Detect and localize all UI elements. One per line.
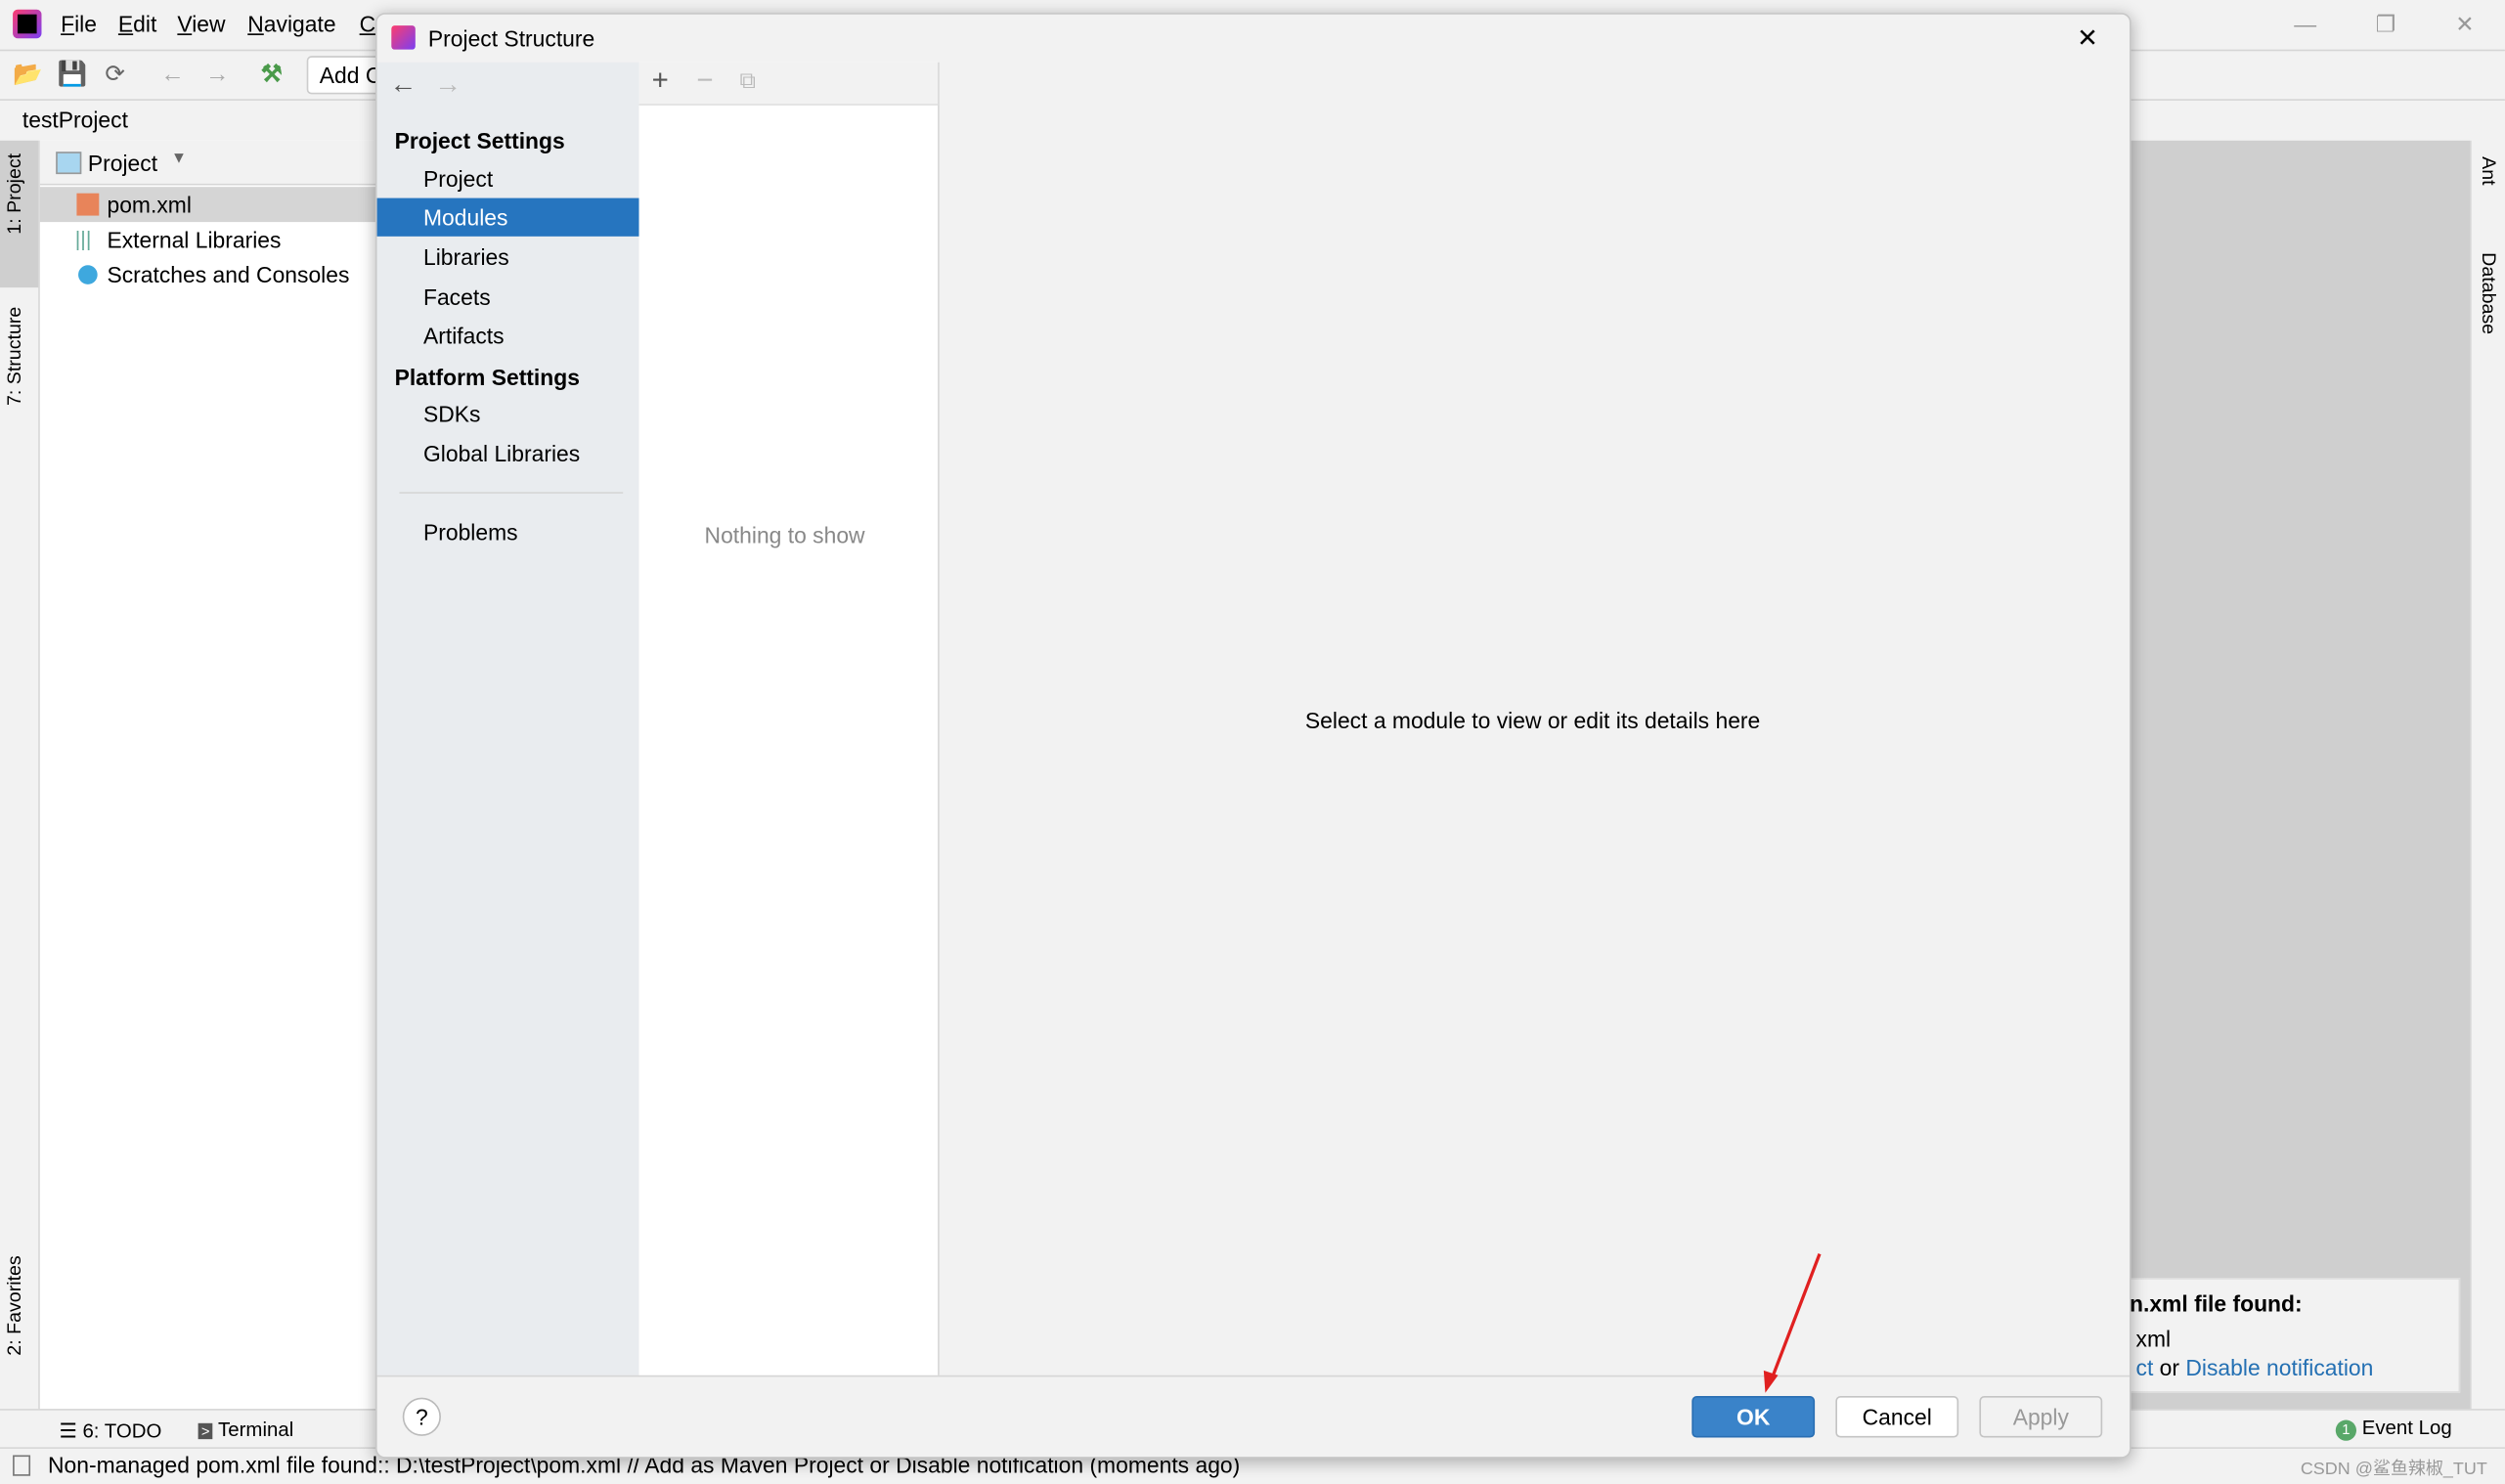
- minimize-icon[interactable]: —: [2294, 11, 2316, 36]
- restore-icon[interactable]: ❐: [2376, 11, 2396, 38]
- sidebar-item-artifacts[interactable]: Artifacts: [377, 317, 639, 355]
- detail-placeholder: Select a module to view or edit its deta…: [1304, 707, 1761, 733]
- cancel-button[interactable]: Cancel: [1835, 1396, 1959, 1438]
- event-count-badge: 1: [2335, 1419, 2357, 1441]
- tab-structure[interactable]: 7: Structure: [3, 307, 25, 406]
- copy-icon[interactable]: ⧉: [739, 67, 755, 95]
- settings-sidebar: ← → Project Settings Project Modules Lib…: [376, 62, 639, 1375]
- notification-or: or: [2159, 1354, 2180, 1380]
- build-hammer-icon[interactable]: ⚒: [257, 61, 286, 89]
- notification-balloon: n.xml file found: xml ct or Disable noti…: [2077, 1278, 2461, 1393]
- editor-area: [2129, 140, 2471, 1410]
- scratches-icon: [78, 265, 98, 284]
- modules-toolbar: + − ⧉: [638, 62, 939, 106]
- project-structure-dialog: Project Structure ✕ ← → Project Settings…: [374, 13, 2131, 1459]
- add-maven-link[interactable]: ct: [2136, 1355, 2154, 1380]
- empty-list-text: Nothing to show: [704, 522, 865, 548]
- sidebar-item-modules[interactable]: Modules: [376, 197, 639, 237]
- forward-icon[interactable]: →: [434, 68, 461, 101]
- close-window-icon[interactable]: ✕: [2455, 11, 2474, 38]
- menu-code[interactable]: C: [360, 11, 376, 36]
- modules-list-panel: + − ⧉ Nothing to show: [638, 62, 940, 1375]
- apply-button[interactable]: Apply: [1979, 1396, 2103, 1438]
- sidebar-item-libraries[interactable]: Libraries: [377, 238, 639, 276]
- libraries-icon: |||: [74, 227, 92, 251]
- forward-icon[interactable]: →: [203, 61, 232, 89]
- sync-icon[interactable]: ⟳: [101, 61, 129, 89]
- back-icon[interactable]: ←: [390, 68, 418, 101]
- tree-item-external-libraries[interactable]: ||| External Libraries: [40, 222, 383, 257]
- breadcrumb[interactable]: testProject: [22, 107, 128, 132]
- notification-text: xml: [2135, 1326, 2172, 1352]
- tool-window-toggle-icon[interactable]: [13, 1455, 31, 1476]
- divider: [399, 492, 624, 494]
- help-button[interactable]: ?: [402, 1397, 441, 1436]
- ide-window: File Edit View Navigate C — ❐ ✕ 📂 💾 ⟳ ← …: [0, 0, 2505, 1484]
- tab-ant[interactable]: Ant: [2478, 156, 2500, 185]
- notification-title: n.xml file found:: [2129, 1290, 2303, 1317]
- app-logo-icon: [391, 25, 416, 50]
- menu-view[interactable]: View: [177, 11, 225, 36]
- right-tool-strip: Ant Database: [2470, 140, 2505, 1410]
- tree-item-pom[interactable]: pom.xml: [39, 187, 384, 223]
- tree-item-scratches[interactable]: Scratches and Consoles: [40, 257, 383, 292]
- add-icon[interactable]: +: [652, 64, 669, 97]
- tab-database[interactable]: Database: [2478, 252, 2500, 334]
- menu-navigate[interactable]: Navigate: [247, 11, 335, 36]
- sidebar-item-problems[interactable]: Problems: [377, 512, 639, 550]
- sidebar-item-global-libraries[interactable]: Global Libraries: [377, 434, 639, 472]
- terminal-icon: >: [198, 1422, 213, 1440]
- event-log-button[interactable]: 1 Event Log: [2335, 1417, 2452, 1441]
- tab-terminal[interactable]: > Terminal: [198, 1419, 293, 1441]
- maven-file-icon: [76, 193, 100, 216]
- app-logo-icon: [13, 9, 42, 39]
- back-icon[interactable]: ←: [158, 61, 187, 89]
- project-settings-header: Project Settings: [394, 127, 565, 153]
- watermark: CSDN @鲨鱼辣椒_TUT: [2300, 1460, 2487, 1479]
- save-icon[interactable]: 💾: [58, 61, 88, 89]
- sidebar-item-facets[interactable]: Facets: [377, 278, 639, 316]
- chevron-down-icon[interactable]: ▼: [171, 151, 187, 168]
- project-panel: Project ▼ pom.xml ||| External Libraries…: [39, 140, 384, 1410]
- annotation-arrow: [1763, 1253, 1822, 1393]
- tab-project[interactable]: 1: Project: [3, 153, 25, 235]
- menu-edit[interactable]: Edit: [118, 11, 156, 36]
- todo-icon: ☰: [59, 1419, 83, 1443]
- remove-icon[interactable]: −: [696, 64, 713, 97]
- sidebar-item-sdks[interactable]: SDKs: [377, 395, 639, 433]
- tab-favorites[interactable]: 2: Favorites: [3, 1255, 25, 1355]
- left-tool-strip: 1: Project 7: Structure 2: Favorites: [0, 140, 40, 1410]
- dialog-title: Project Structure: [427, 25, 595, 52]
- project-view-selector[interactable]: Project: [88, 151, 157, 176]
- disable-notification-link[interactable]: Disable notification: [2185, 1355, 2373, 1380]
- open-folder-icon[interactable]: 📂: [13, 61, 43, 89]
- dialog-title-bar: Project Structure ✕: [377, 15, 2130, 63]
- platform-settings-header: Platform Settings: [394, 364, 580, 390]
- menu-file[interactable]: File: [61, 11, 97, 36]
- project-view-icon: [56, 152, 82, 175]
- tab-todo[interactable]: ☰ 6: TODO: [59, 1419, 161, 1443]
- close-icon[interactable]: ✕: [2077, 22, 2098, 55]
- sidebar-item-project[interactable]: Project: [377, 159, 639, 197]
